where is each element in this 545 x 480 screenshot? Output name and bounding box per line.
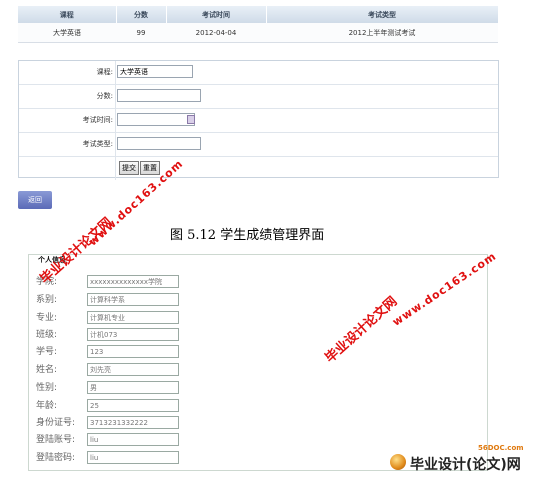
column-header-exam-type: 考试类型 <box>266 6 499 23</box>
info-label: 身份证号: <box>36 418 76 428</box>
info-row: 系别: 计算科学系 <box>36 292 236 308</box>
info-row: 学院: xxxxxxxxxxxxxx学院 <box>36 274 236 290</box>
info-value-field[interactable]: 刘先亮 <box>87 363 179 376</box>
info-value-field[interactable]: 25 <box>87 399 179 412</box>
course-label: 课程: <box>96 68 113 76</box>
info-label: 专业: <box>36 313 58 323</box>
info-value-field[interactable]: liu <box>87 451 179 464</box>
exam-time-input[interactable] <box>117 113 195 126</box>
logo-site-text: 56DOC.com <box>478 444 524 452</box>
score-input[interactable] <box>117 89 201 102</box>
score-edit-form: 课程: 大学英语 分数: 考试时间: 考试类型: 提交 重置 <box>18 60 499 180</box>
cell-exam-time: 2012-04-04 <box>166 23 266 43</box>
info-row: 姓名: 刘先亮 <box>36 362 236 378</box>
info-value-field[interactable]: xxxxxxxxxxxxxx学院 <box>87 275 179 288</box>
info-value-field[interactable]: liu <box>87 433 179 446</box>
form-row-exam-time: 考试时间: <box>19 109 498 133</box>
exam-type-label: 考试类型: <box>82 140 113 148</box>
info-label: 班级: <box>36 330 58 340</box>
form-row-actions: 提交 重置 <box>19 157 498 180</box>
cell-exam-type: 2012上半年测试考试 <box>266 23 498 43</box>
submit-button[interactable]: 提交 <box>119 161 139 175</box>
info-label: 性别: <box>36 383 58 393</box>
info-row: 专业: 计算机专业 <box>36 310 236 326</box>
table-row[interactable]: 大学英语 99 2012-04-04 2012上半年测试考试 <box>18 23 498 43</box>
exam-type-input[interactable] <box>117 137 201 150</box>
form-row-course: 课程: 大学英语 <box>19 61 498 85</box>
cell-course: 大学英语 <box>18 23 116 43</box>
course-input[interactable]: 大学英语 <box>117 65 193 78</box>
logo-globe-icon <box>390 454 406 470</box>
calendar-icon[interactable] <box>187 115 195 124</box>
info-row: 身份证号: 3713231332222 <box>36 415 236 431</box>
form-row-score: 分数: <box>19 85 498 109</box>
column-header-course: 课程 <box>18 6 117 23</box>
info-value-field[interactable]: 男 <box>87 381 179 394</box>
info-label: 登陆密码: <box>36 453 76 463</box>
info-value-field[interactable]: 3713231332222 <box>87 416 179 429</box>
table-header-row: 课程 分数 考试时间 考试类型 <box>18 6 499 23</box>
info-row: 年龄: 25 <box>36 398 236 414</box>
form-row-exam-type: 考试类型: <box>19 133 498 157</box>
back-button[interactable]: 返回 <box>18 191 52 209</box>
info-label: 系别: <box>36 295 58 305</box>
score-label: 分数: <box>96 92 113 100</box>
info-label: 年龄: <box>36 401 58 411</box>
cell-score: 99 <box>116 23 166 43</box>
info-row: 班级: 计机073 <box>36 327 236 343</box>
reset-button[interactable]: 重置 <box>140 161 160 175</box>
info-label: 登陆账号: <box>36 435 76 445</box>
info-value-field[interactable]: 计算科学系 <box>87 293 179 306</box>
info-row: 登陆密码: liu <box>36 450 236 466</box>
info-value-field[interactable]: 计机073 <box>87 328 179 341</box>
figure-caption: 图 5.12 学生成绩管理界面 <box>170 228 325 243</box>
score-table: 课程 分数 考试时间 考试类型 大学英语 99 2012-04-04 2012上… <box>18 6 499 43</box>
logo-title-text: 毕业设计(论文)网 <box>410 457 521 473</box>
info-row: 登陆账号: liu <box>36 432 236 448</box>
info-row: 性别: 男 <box>36 380 236 396</box>
column-header-exam-time: 考试时间 <box>166 6 267 23</box>
info-label: 姓名: <box>36 365 58 375</box>
info-label: 学号: <box>36 347 58 357</box>
site-logo: 56DOC.com 毕业设计(论文)网 <box>380 444 542 478</box>
info-value-field[interactable]: 123 <box>87 345 179 358</box>
column-header-score: 分数 <box>116 6 167 23</box>
exam-time-label: 考试时间: <box>82 116 113 124</box>
info-value-field[interactable]: 计算机专业 <box>87 311 179 324</box>
info-row: 学号: 123 <box>36 344 236 360</box>
